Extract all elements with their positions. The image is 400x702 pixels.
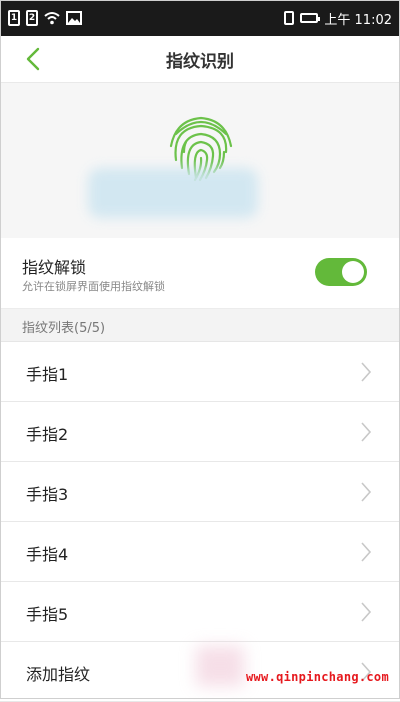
sim2-label: 2 — [28, 13, 36, 23]
list-item-label: 添加指纹 — [26, 665, 91, 684]
fingerprint-list-header: 指纹列表(5/5) — [0, 309, 400, 342]
chevron-right-icon — [361, 542, 372, 562]
list-item-label: 手指3 — [26, 485, 69, 504]
fingerprint-list-title: 指纹列表(5/5) — [22, 321, 106, 336]
list-item-finger-1[interactable]: 手指1 — [0, 342, 400, 402]
toggle-knob — [342, 261, 364, 283]
blurred-area — [88, 168, 258, 218]
fingerprint-unlock-toggle[interactable] — [315, 258, 367, 286]
list-item-label: 手指1 — [26, 365, 69, 384]
list-item-finger-3[interactable]: 手指3 — [0, 462, 400, 522]
status-bar: 1 2 上午 11:02 — [0, 0, 400, 36]
chevron-right-icon — [361, 362, 372, 382]
watermark-smudge — [196, 646, 244, 686]
list-item-finger-5[interactable]: 手指5 — [0, 582, 400, 642]
fingerprint-unlock-row: 指纹解锁 允许在锁屏界面使用指纹解锁 — [0, 238, 400, 309]
back-arrow-icon[interactable] — [20, 44, 48, 74]
status-right: 上午 11:02 — [284, 9, 392, 28]
sim1-label: 1 — [10, 13, 18, 23]
fingerprint-hero — [0, 83, 400, 238]
chevron-right-icon — [361, 602, 372, 622]
watermark-text: www.qinpinchang.com — [246, 670, 389, 684]
wifi-icon — [44, 12, 60, 25]
battery-icon — [300, 13, 321, 23]
vibrate-icon — [284, 11, 295, 25]
sim2-icon: 2 — [26, 10, 38, 26]
chevron-right-icon — [361, 422, 372, 442]
list-item-finger-2[interactable]: 手指2 — [0, 402, 400, 462]
page-title: 指纹识别 — [166, 51, 234, 72]
status-time: 上午 11:02 — [324, 12, 392, 28]
chevron-right-icon — [361, 482, 372, 502]
app-header: 指纹识别 — [0, 36, 400, 83]
image-notification-icon — [66, 11, 82, 25]
list-item-label: 手指2 — [26, 425, 69, 444]
list-item-label: 手指5 — [26, 605, 69, 624]
unlock-title: 指纹解锁 — [22, 258, 87, 277]
list-item-finger-4[interactable]: 手指4 — [0, 522, 400, 582]
sim1-icon: 1 — [8, 10, 20, 26]
list-item-label: 手指4 — [26, 545, 69, 564]
status-left: 1 2 — [8, 10, 82, 26]
unlock-subtitle: 允许在锁屏界面使用指纹解锁 — [22, 280, 165, 293]
